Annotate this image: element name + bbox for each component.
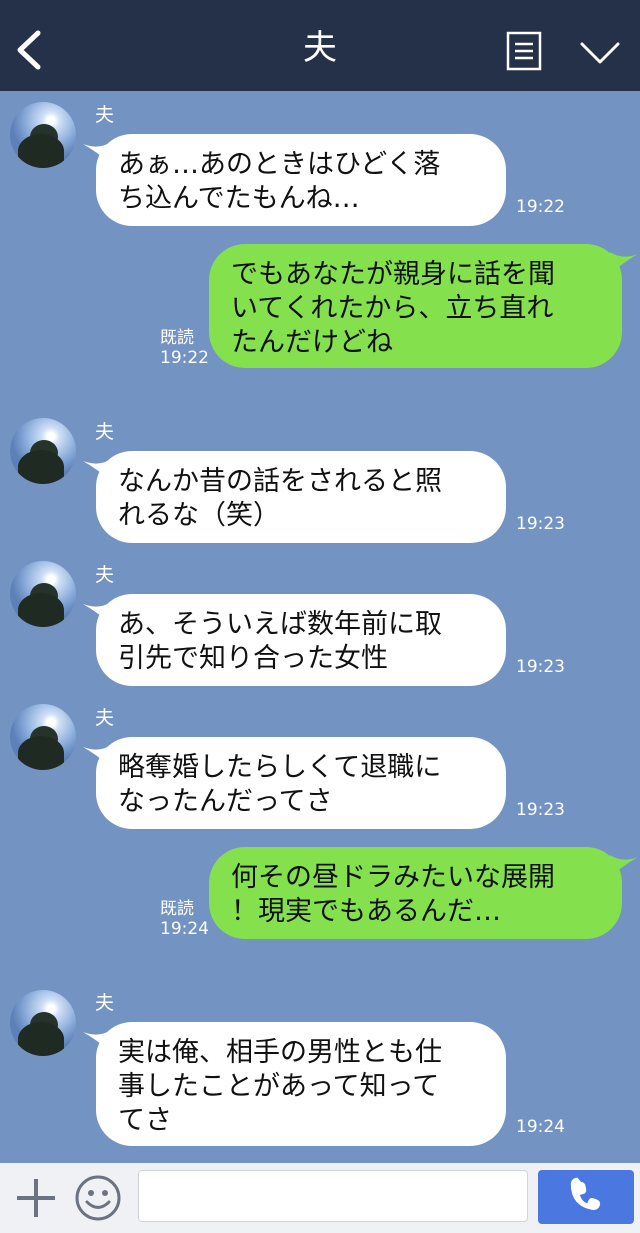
read-status: 既読 <box>160 328 194 348</box>
read-status: 既読 <box>160 899 194 919</box>
message-time: 19:22 <box>160 348 209 368</box>
message-line: てさ <box>118 1105 172 1136</box>
notes-icon[interactable] <box>506 31 542 71</box>
sender-name: 夫 <box>95 564 115 586</box>
message-bubble-outgoing[interactable]: でもあなたが親身に話を聞 いてくれたから、立ち直れ たんだけどね <box>209 244 622 368</box>
sender-name: 夫 <box>95 992 115 1014</box>
avatar[interactable] <box>10 990 76 1056</box>
message-line: たんだけどね <box>231 327 393 358</box>
avatar[interactable] <box>10 561 76 627</box>
message-time: 19:24 <box>160 919 209 939</box>
phone-icon <box>570 1177 601 1211</box>
message-line: いてくれたから、立ち直れ <box>231 293 554 324</box>
avatar[interactable] <box>10 418 76 484</box>
avatar[interactable] <box>10 704 76 770</box>
message-input[interactable] <box>138 1170 528 1222</box>
message-line: あぁ…あのときはひどく落 <box>118 149 441 180</box>
message-bubble-outgoing[interactable]: 何その昼ドラみたいな展開 ！現実でもあるんだ… <box>209 847 622 939</box>
sender-name: 夫 <box>95 421 115 443</box>
chat-title: 夫 <box>303 28 337 68</box>
sender-name: 夫 <box>95 707 115 729</box>
message-bubble-incoming[interactable]: 略奪婚したらしくて退職に なったんだってさ <box>96 737 506 829</box>
message-line: 略奪婚したらしくて退職に <box>118 752 442 783</box>
message-bubble-incoming[interactable]: あ、そういえば数年前に取 引先で知り合った女性 <box>96 594 506 686</box>
message-time: 19:23 <box>516 514 565 534</box>
call-button[interactable] <box>538 1170 634 1224</box>
message-time: 19:24 <box>516 1117 565 1137</box>
message-time: 19:23 <box>516 800 565 820</box>
message-time: 19:23 <box>516 657 565 677</box>
message-bubble-incoming[interactable]: 実は俺、相手の男性とも仕 事したことがあって知って てさ <box>96 1022 506 1146</box>
message-line: 何その昼ドラみたいな展開 <box>231 862 555 893</box>
message-bubble-incoming[interactable]: あぁ…あのときはひどく落 ち込んでたもんね… <box>96 134 506 226</box>
message-line: なったんだってさ <box>118 786 333 817</box>
message-bubble-incoming[interactable]: なんか昔の話をされると照 れるな（笑） <box>96 451 506 543</box>
message-line: 事したことがあって知って <box>118 1071 440 1102</box>
emoji-icon[interactable] <box>74 1174 122 1222</box>
message-time: 19:22 <box>516 197 565 217</box>
message-line: れるな（笑） <box>118 500 280 531</box>
message-line: でもあなたが親身に話を聞 <box>231 259 555 290</box>
chevron-down-icon[interactable] <box>579 36 621 68</box>
message-line: あ、そういえば数年前に取 <box>118 609 442 640</box>
message-line: ち込んでたもんね… <box>118 183 360 214</box>
message-line: 引先で知り合った女性 <box>118 643 388 674</box>
message-line: 実は俺、相手の男性とも仕 <box>118 1037 442 1068</box>
avatar[interactable] <box>10 102 76 168</box>
sender-name: 夫 <box>95 104 115 126</box>
message-line: ！現実でもあるんだ… <box>231 896 501 927</box>
message-line: なんか昔の話をされると照 <box>118 466 442 497</box>
plus-icon[interactable] <box>14 1176 58 1220</box>
